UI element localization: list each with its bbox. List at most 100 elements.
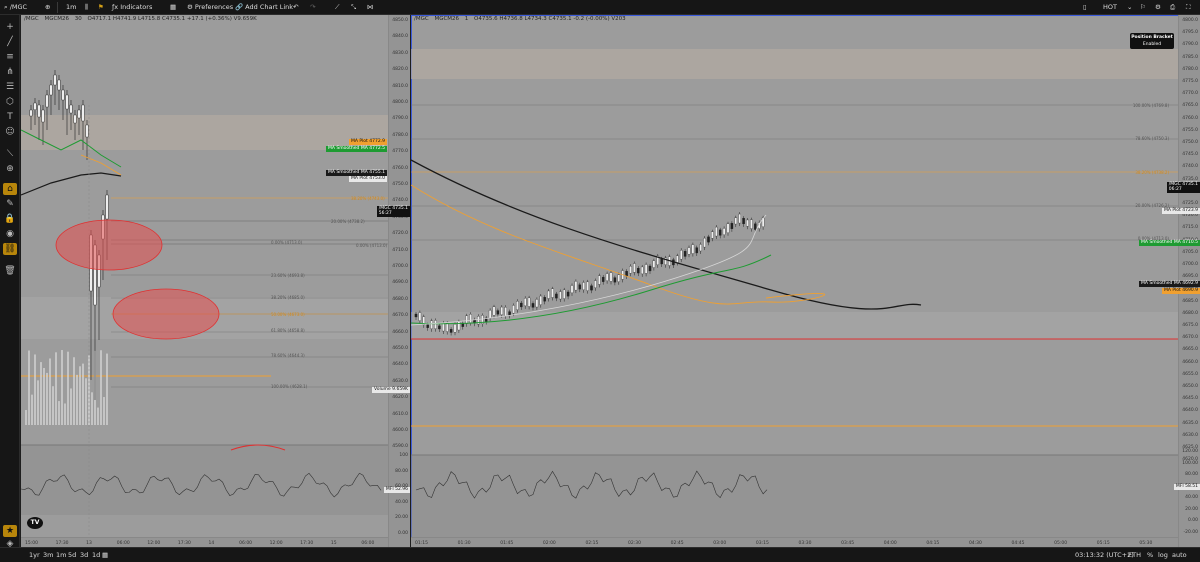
pencil-icon[interactable]: ✎ <box>3 198 17 210</box>
time-axis-label: 04:30 <box>968 541 982 546</box>
range-button[interactable]: 1d <box>92 550 100 561</box>
time-axis[interactable]: 15:00 17:30 13 06:00 12:00 17:30 14 06:00 12:00 1… <box>21 537 388 547</box>
panel-icon[interactable]: ▯ <box>1083 2 1087 13</box>
candle <box>738 213 741 224</box>
chart-style-icon[interactable]: ⫼ <box>85 2 88 13</box>
text-icon[interactable]: T <box>3 111 17 123</box>
trend-line-tool-icon[interactable]: ╱ <box>3 36 17 48</box>
last-price-tag: /MGC 4735.1 06:27 <box>1166 182 1200 193</box>
chart-pane-30min[interactable]: /MGC MGCM26 30 O4717.1 H4741.9 L4715.8 C… <box>21 15 410 547</box>
candle <box>434 320 437 329</box>
lock-icon[interactable]: 🔒 <box>3 213 17 225</box>
drawing-toolbar: + ╱ ≡ ⋔ ☰ ⬡ T ☺ ⟍ ⊕ ⌂ ✎ 🔒 ◉ ⛓ 🗑 ★ ◈ <box>0 15 20 549</box>
add-symbol-icon[interactable]: ⊕ <box>45 2 50 13</box>
price-axis-label: 4800.0 <box>392 100 408 105</box>
volume-bar <box>49 358 51 425</box>
price-axis-label: 4760.0 <box>392 165 408 171</box>
zoom-icon[interactable]: ⊕ <box>3 163 17 175</box>
crosshair-icon[interactable]: + <box>3 21 17 33</box>
ma-smoothed-line <box>411 159 922 310</box>
time-axis[interactable]: 01:15 01:30 01:45 02:00 02:15 02:30 02:45 03:00… <box>411 537 1178 547</box>
candle <box>625 271 628 277</box>
fib-icon[interactable]: ☰ <box>3 81 17 93</box>
layout-icon[interactable]: ▦ <box>170 2 176 13</box>
session-toggle[interactable]: ETH <box>1128 550 1141 561</box>
price-axis-label: 4795.0 <box>1182 30 1198 36</box>
candle <box>605 273 609 281</box>
candle <box>601 276 605 282</box>
range-button[interactable]: 5d <box>68 550 76 561</box>
log-toggle[interactable]: log <box>1158 550 1168 561</box>
fullscreen-icon[interactable]: ⛶ <box>1186 2 1191 13</box>
chevron-down-icon[interactable]: ⌄ <box>1127 2 1132 13</box>
indicators-button[interactable]: ƒx Indicators <box>112 2 152 13</box>
chart-pane-1min[interactable]: /MGC MGCM26 1 O4735.6 H4736.8 L4734.3 C4… <box>411 15 1200 547</box>
range-button[interactable]: 1yr <box>29 550 40 561</box>
candles-icon[interactable]: ⚑ <box>98 2 104 13</box>
search-icon: ⌕ <box>4 3 8 11</box>
candle <box>629 266 632 274</box>
trend-line-icon[interactable]: ⟋ <box>335 2 340 13</box>
candle <box>633 263 636 273</box>
candle <box>676 255 679 263</box>
range-button[interactable]: 3m <box>43 550 53 561</box>
account-selector[interactable]: HOT <box>1103 2 1117 13</box>
top-toolbar: ⌕ /MGC ⊕ 1m ⫼ ⚑ ƒx Indicators ▦ ⚙ Prefer… <box>0 0 1200 15</box>
auto-toggle[interactable]: auto <box>1172 550 1187 561</box>
volume-bar <box>40 362 42 425</box>
percent-toggle[interactable]: % <box>1147 550 1153 561</box>
price-axis-label: 4715.0 <box>1182 225 1198 231</box>
candle <box>453 324 457 333</box>
price-axis-label: 4750.0 <box>392 182 408 187</box>
magnet-icon[interactable]: ⌂ <box>3 183 17 195</box>
candle <box>715 226 718 237</box>
candle <box>53 74 57 86</box>
ma-smoothed-line <box>21 172 122 196</box>
candle <box>711 231 714 239</box>
trash-icon[interactable]: 🗑 <box>3 265 17 277</box>
candle <box>465 315 468 324</box>
fib-level-label: 50.00% (4673.0) <box>271 312 305 317</box>
settings-icon[interactable]: ⚙ <box>1155 2 1161 13</box>
interval-button[interactable]: 1m <box>66 2 76 13</box>
bracket-icon[interactable]: ⚐ <box>1140 2 1146 13</box>
preferences-button[interactable]: ⚙ Preferences <box>187 2 233 13</box>
range-button[interactable]: 1m <box>56 550 66 561</box>
candle <box>449 329 453 333</box>
redo-icon[interactable]: ↷ <box>310 2 315 13</box>
range-button[interactable]: 3d <box>80 550 88 561</box>
screenshot-icon[interactable]: ⎙ <box>1170 2 1175 13</box>
highlight-ellipse <box>112 288 220 340</box>
time-axis-label: 03:30 <box>798 541 812 546</box>
chart-canvas-left[interactable] <box>21 15 410 547</box>
add-chart-link-button[interactable]: 🔗 Add Chart Link <box>235 2 293 13</box>
pitchfork-icon[interactable]: ⋔ <box>3 66 17 78</box>
volume-bar <box>64 403 66 425</box>
eye-icon[interactable]: ◉ <box>3 228 17 240</box>
candle <box>508 311 511 316</box>
measure-icon[interactable]: ⟍ <box>3 148 17 160</box>
price-axis-label: 4740.0 <box>1182 164 1198 170</box>
time-axis-label: 04:15 <box>926 541 940 546</box>
candle <box>648 265 652 272</box>
star-icon[interactable]: ★ <box>3 525 17 537</box>
symbol-search[interactable]: ⌕ /MGC <box>4 2 27 13</box>
horizontal-lines-icon[interactable]: ≡ <box>3 51 17 63</box>
price-axis-label: 4675.0 <box>1182 323 1198 328</box>
undo-icon[interactable]: ↶ <box>293 2 298 13</box>
volume-bar <box>28 350 30 425</box>
pattern-icon[interactable]: ⋈ <box>367 2 374 13</box>
candle <box>29 109 33 117</box>
mfi-axis-label: 0.00 <box>397 530 408 536</box>
emoji-icon[interactable]: ☺ <box>3 126 17 138</box>
volume-bar <box>106 353 108 425</box>
link-tool-icon[interactable]: ⛓ <box>3 243 17 255</box>
ruler-icon[interactable]: ⤡ <box>351 2 356 13</box>
price-axis[interactable]: 4850.0 4840.0 4830.0 4820.0 4810.0 4800.0 4790… <box>388 15 410 547</box>
chart-canvas-right[interactable] <box>411 15 1200 547</box>
position-bracket-tooltip: Position Bracket Enabled <box>1130 33 1174 49</box>
shape-icon[interactable]: ⬡ <box>3 96 17 108</box>
candle <box>523 298 527 307</box>
candle <box>527 297 531 307</box>
calendar-icon[interactable]: ▦ <box>102 550 108 561</box>
